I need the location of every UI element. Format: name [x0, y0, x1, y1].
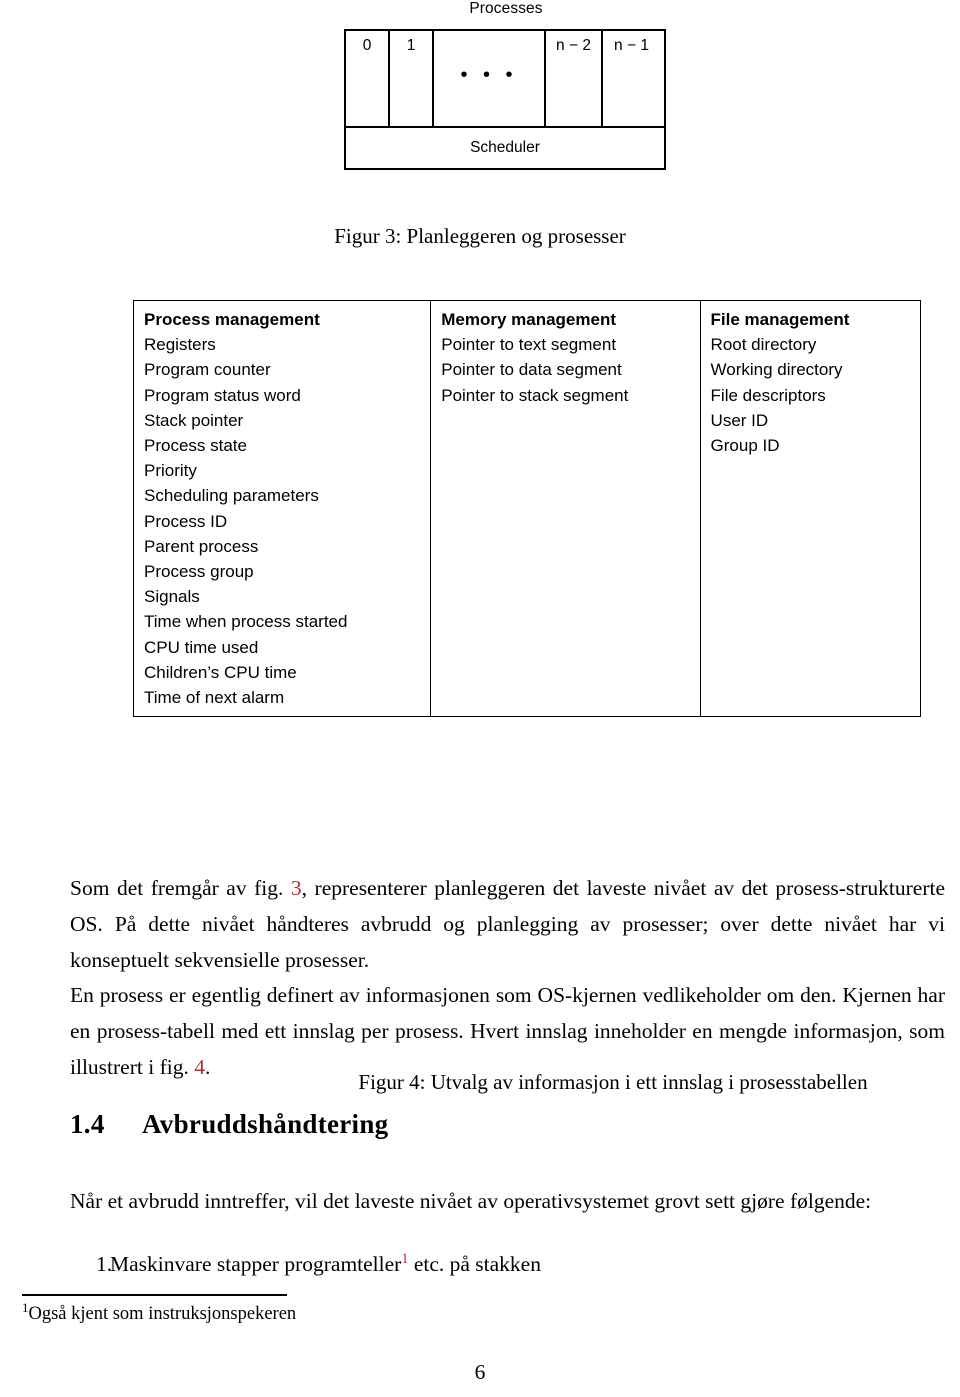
paragraph-2-text-after-reference: .	[204, 1054, 211, 1079]
page-number: 6	[474, 1360, 486, 1384]
column-file-management-header: File management	[710, 310, 850, 329]
figure-3-processes-label: Processes	[469, 0, 543, 17]
footnote-separator-rule	[22, 1294, 287, 1296]
list-item-text-before-footnote: Maskinvare stapper programteller	[110, 1252, 402, 1276]
column-process-management-header: Process management	[144, 310, 320, 329]
process-slot-0: 0	[346, 31, 390, 126]
field-time-of-next-alarm: Time of next alarm	[144, 688, 285, 708]
field-pointer-to-stack-segment: Pointer to stack segment	[441, 385, 629, 405]
paragraph-scheduler-level: Som det fremgår av fig. 3, representerer…	[70, 870, 945, 978]
field-registers: Registers	[144, 335, 216, 355]
figure-4-process-table-entry: Process management Registers Program cou…	[133, 300, 921, 1094]
field-program-status-word: Program status word	[144, 385, 301, 405]
field-process-group: Process group	[144, 562, 254, 582]
process-slot-0-label: 0	[362, 37, 372, 54]
field-working-directory: Working directory	[710, 360, 843, 380]
process-slot-1-label: 1	[406, 37, 416, 54]
paragraph-1-text-before-reference: Som det fremgår av fig.	[70, 875, 291, 900]
field-process-id: Process ID	[144, 511, 228, 531]
paragraph-interrupt-intro: Når et avbrudd inntreffer, vil det laves…	[70, 1188, 872, 1213]
section-title: Avbruddshåndtering	[142, 1109, 389, 1140]
field-childrens-cpu-time: Children’s CPU time	[144, 662, 297, 682]
field-signals: Signals	[144, 587, 200, 607]
field-priority: Priority	[144, 461, 197, 481]
column-process-management: Process management Registers Program cou…	[134, 301, 432, 717]
interrupt-steps-list: 1. Maskinvare stapper programteller1 etc…	[70, 1246, 945, 1282]
footnote-body: Også kjent som instruksjonspekeren	[28, 1304, 297, 1324]
field-time-when-process-started: Time when process started	[144, 612, 348, 632]
list-item-content: Maskinvare stapper programteller1 etc. p…	[110, 1246, 541, 1282]
paragraph-process-definition: En prosess er egentlig definert av infor…	[70, 977, 945, 1085]
figure-3-scheduler-diagram: Processes 0 1 • • • n − 2 n − 1 Schedule…	[0, 0, 960, 248]
scheduler-label: Scheduler	[470, 139, 540, 156]
figure-3-diagram-body: 0 1 • • • n − 2 n − 1 Scheduler	[344, 29, 666, 170]
section-number: 1.4	[70, 1109, 105, 1140]
column-file-management: File management Root directory Working d…	[701, 301, 920, 716]
field-pointer-to-text-segment: Pointer to text segment	[441, 335, 617, 355]
list-item-number: 1.	[96, 1252, 113, 1276]
field-stack-pointer: Stack pointer	[144, 410, 244, 430]
ellipsis-dots-icon: • • •	[460, 64, 518, 86]
footnote-text: 1Også kjent som instruksjonspekeren	[22, 1301, 622, 1327]
process-slots-row: 0 1 • • • n − 2 n − 1	[344, 29, 666, 126]
process-slot-1: 1	[390, 31, 434, 126]
field-user-id: User ID	[710, 410, 769, 430]
list-item: 1. Maskinvare stapper programteller1 etc…	[70, 1246, 945, 1282]
process-table-entry-columns: Process management Registers Program cou…	[133, 300, 921, 718]
figure-3-cross-reference-link[interactable]: 3	[291, 876, 302, 900]
scheduler-box: Scheduler	[344, 126, 666, 170]
field-program-counter: Program counter	[144, 360, 271, 380]
process-slot-ellipsis: • • •	[434, 31, 546, 126]
field-cpu-time-used: CPU time used	[144, 637, 259, 657]
process-slot-n-minus-1: n − 1	[603, 31, 660, 126]
process-slot-n-minus-2: n − 2	[546, 31, 603, 126]
field-scheduling-parameters: Scheduling parameters	[144, 486, 319, 506]
column-memory-management-header: Memory management	[441, 310, 617, 329]
field-process-state: Process state	[144, 436, 247, 456]
field-file-descriptors: File descriptors	[710, 385, 826, 405]
column-memory-management: Memory management Pointer to text segmen…	[431, 301, 701, 717]
section-heading-avbruddshandtering: 1.4 Avbruddshåndtering	[70, 1109, 945, 1140]
process-slot-n-minus-2-label: n − 2	[556, 37, 591, 54]
figure-3-caption: Figur 3: Planleggeren og prosesser	[334, 224, 626, 248]
list-item-text-after-footnote: etc. på stakken	[408, 1252, 541, 1276]
field-group-id: Group ID	[710, 436, 780, 456]
figure-4-cross-reference-link[interactable]: 4	[194, 1055, 205, 1079]
field-root-directory: Root directory	[710, 335, 817, 355]
field-parent-process: Parent process	[144, 536, 259, 556]
process-slot-n-minus-1-label: n − 1	[614, 37, 649, 54]
field-pointer-to-data-segment: Pointer to data segment	[441, 360, 622, 380]
